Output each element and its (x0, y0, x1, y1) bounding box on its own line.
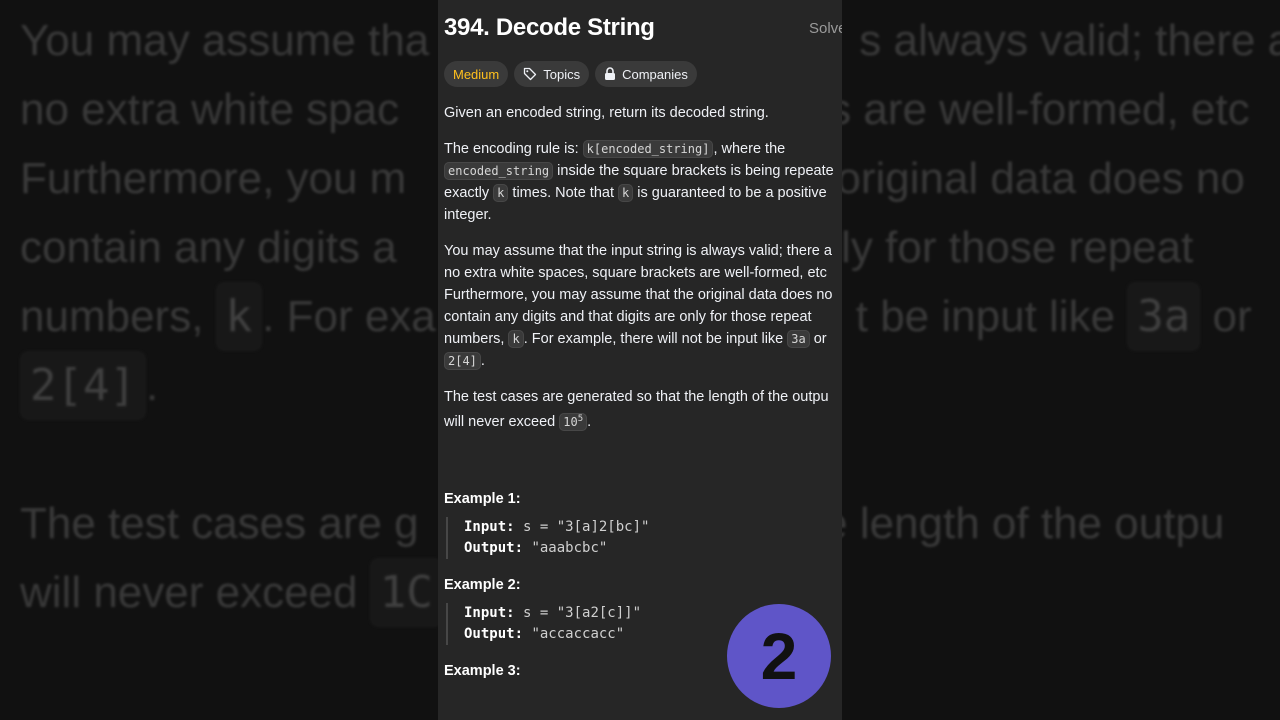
solved-status: Solve (809, 20, 842, 37)
input-label: Input: (464, 519, 515, 535)
inline-code: encoded_string (444, 162, 554, 180)
topics-label: Topics (543, 66, 581, 82)
inline-code: k[encoded_string] (582, 140, 714, 158)
output-value: "accaccacc" (531, 626, 625, 642)
paragraph-text: or (809, 331, 827, 347)
paragraph-text: exactly (444, 185, 494, 201)
tag-icon (523, 67, 537, 81)
step-number-badge: 2 (727, 604, 831, 708)
difficulty-label: Medium (453, 66, 500, 82)
inline-code: 105 (559, 413, 588, 431)
example-title: Example 2: (444, 577, 521, 593)
paragraph-text: will never exceed (444, 414, 560, 430)
code-base: 10 (563, 415, 578, 429)
inline-code: 2[4] (444, 352, 481, 370)
paragraph-line: You may assume that the input string is … (444, 243, 832, 259)
inline-code: k (618, 184, 634, 202)
paragraph-text: . For example, there will not be input l… (523, 331, 788, 347)
tag-row: Medium Topics Companies (444, 61, 842, 87)
output-value: "aaabcbc" (531, 540, 608, 556)
paragraph-text: times. Note that (508, 185, 619, 201)
topics-tag[interactable]: Topics (514, 61, 590, 87)
example-title: Example 1: (444, 491, 521, 507)
description-paragraph: You may assume that the input string is … (444, 240, 842, 372)
paragraph-text: , where the (713, 141, 786, 157)
paragraph-text: . (587, 414, 592, 430)
paragraph-text: inside the square brackets is being repe… (553, 163, 834, 179)
example-block: Input: s = "3[a]2[bc]" Output: "aaabcbc" (446, 517, 842, 559)
description-paragraph: Given an encoded string, return its deco… (444, 102, 842, 124)
problem-content: 394. Decode String Solve Medium Topics C… (444, 0, 842, 679)
problem-title[interactable]: 394. Decode String (444, 14, 655, 42)
input-value: s = "3[a2[c]]" (523, 605, 642, 621)
paragraph-line: The test cases are generated so that the… (444, 389, 829, 405)
paragraph-text: The encoding rule is: (444, 141, 583, 157)
input-value: s = "3[a]2[bc]" (523, 519, 650, 535)
inline-code: k (493, 184, 509, 202)
output-label: Output: (464, 540, 524, 556)
paragraph-text: . (480, 353, 485, 369)
description-paragraph: The test cases are generated so that the… (444, 386, 842, 433)
lock-icon (604, 67, 616, 81)
difficulty-tag[interactable]: Medium (444, 61, 509, 87)
companies-tag[interactable]: Companies (595, 61, 697, 87)
inline-code: k (508, 330, 524, 348)
paragraph-text: integer. (444, 207, 492, 223)
paragraph-text: is guaranteed to be a positive (633, 185, 827, 201)
code-exponent: 5 (577, 414, 584, 424)
companies-label: Companies (622, 66, 688, 82)
inline-code: 3a (787, 330, 810, 348)
badge-number: 2 (760, 619, 798, 693)
paragraph-text: numbers, (444, 331, 509, 347)
title-row: 394. Decode String Solve (444, 0, 842, 58)
paragraph-line: Furthermore, you may assume that the ori… (444, 287, 833, 303)
description-paragraph: The encoding rule is: k[encoded_string],… (444, 138, 842, 226)
paragraph-line: contain any digits and that digits are o… (444, 309, 812, 325)
paragraph-text: Given an encoded string, return its deco… (444, 105, 769, 121)
input-label: Input: (464, 605, 515, 621)
paragraph-line: no extra white spaces, square brackets a… (444, 265, 827, 281)
output-label: Output: (464, 626, 524, 642)
